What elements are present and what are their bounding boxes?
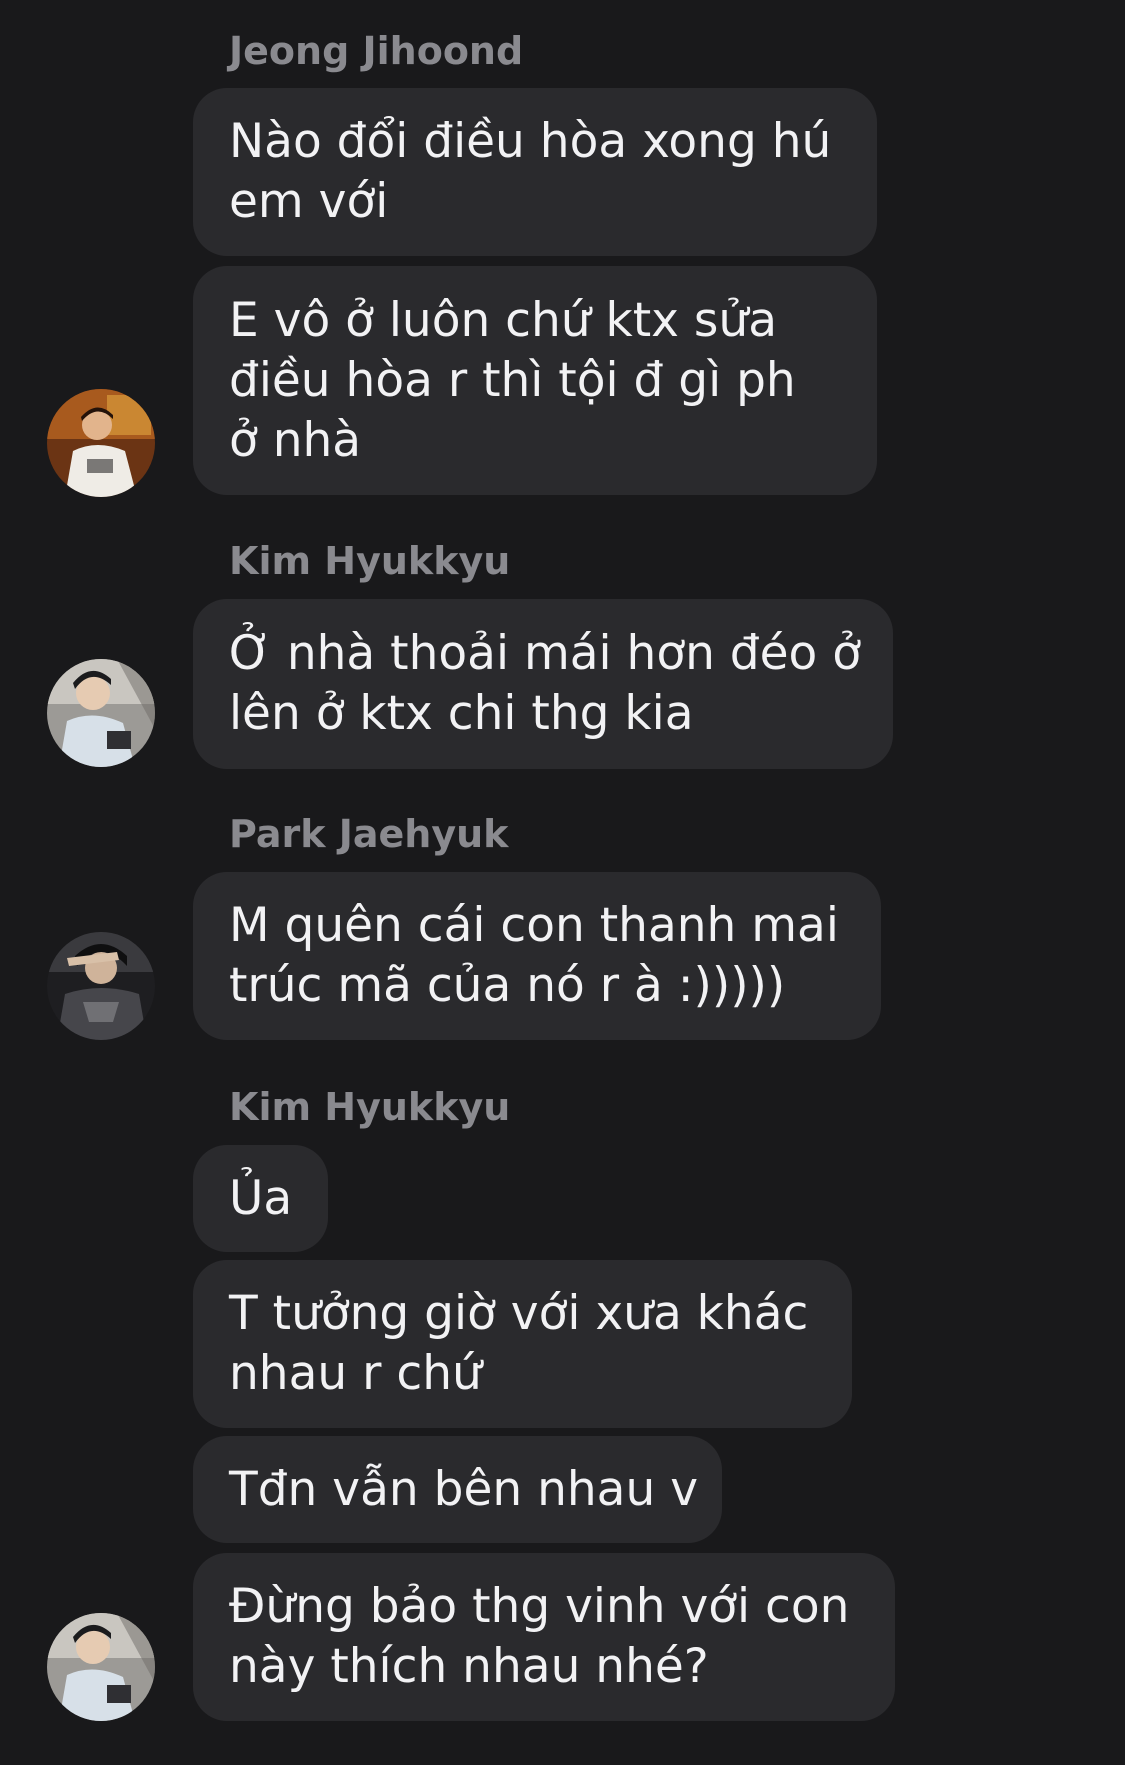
sender-name: Park Jaehyuk — [229, 812, 509, 856]
sender-name: Kim Hyukkyu — [229, 539, 511, 583]
avatar[interactable] — [47, 659, 155, 767]
message-bubble[interactable]: Nào đổi điều hòa xong hú em với — [193, 88, 877, 256]
message-text: Nào đổi điều hòa xong hú em với — [229, 114, 832, 229]
message-text: Ở nhà thoải mái hơn đéo ở lên ở ktx chi … — [229, 626, 861, 741]
message-bubble[interactable]: E vô ở luôn chứ ktx sửa điều hòa r thì t… — [193, 266, 877, 495]
message-bubble[interactable]: Ủa — [193, 1145, 328, 1252]
message-bubble[interactable]: T tưởng giờ với xưa khác nhau r chứ — [193, 1260, 852, 1428]
avatar[interactable] — [47, 389, 155, 497]
profile-photo-icon — [47, 1613, 155, 1721]
message-text: E vô ở luôn chứ ktx sửa điều hòa r thì t… — [229, 292, 796, 468]
message-text: Đừng bảo thg vinh với con này thích nhau… — [229, 1579, 850, 1694]
message-bubble[interactable]: Đừng bảo thg vinh với con này thích nhau… — [193, 1553, 895, 1721]
message-bubble[interactable]: Tđn vẫn bên nhau v — [193, 1436, 722, 1543]
message-text: Tđn vẫn bên nhau v — [229, 1461, 699, 1517]
message-text: Ủa — [229, 1170, 293, 1226]
message-bubble[interactable]: M quên cái con thanh mai trúc mã của nó … — [193, 872, 881, 1040]
message-text: T tưởng giờ với xưa khác nhau r chứ — [229, 1286, 809, 1401]
profile-photo-icon — [47, 932, 155, 1040]
sender-name: Kim Hyukkyu — [229, 1085, 511, 1129]
message-bubble[interactable]: Ở nhà thoải mái hơn đéo ở lên ở ktx chi … — [193, 599, 893, 769]
chat-screen: { "messages": [ { "sender": "Jeong Jihoo… — [0, 0, 1125, 1765]
profile-photo-icon — [47, 659, 155, 767]
avatar[interactable] — [47, 1613, 155, 1721]
profile-photo-icon — [47, 389, 155, 497]
sender-name: Jeong Jihoond — [229, 29, 524, 73]
message-text: M quên cái con thanh mai trúc mã của nó … — [229, 898, 839, 1013]
avatar[interactable] — [47, 932, 155, 1040]
